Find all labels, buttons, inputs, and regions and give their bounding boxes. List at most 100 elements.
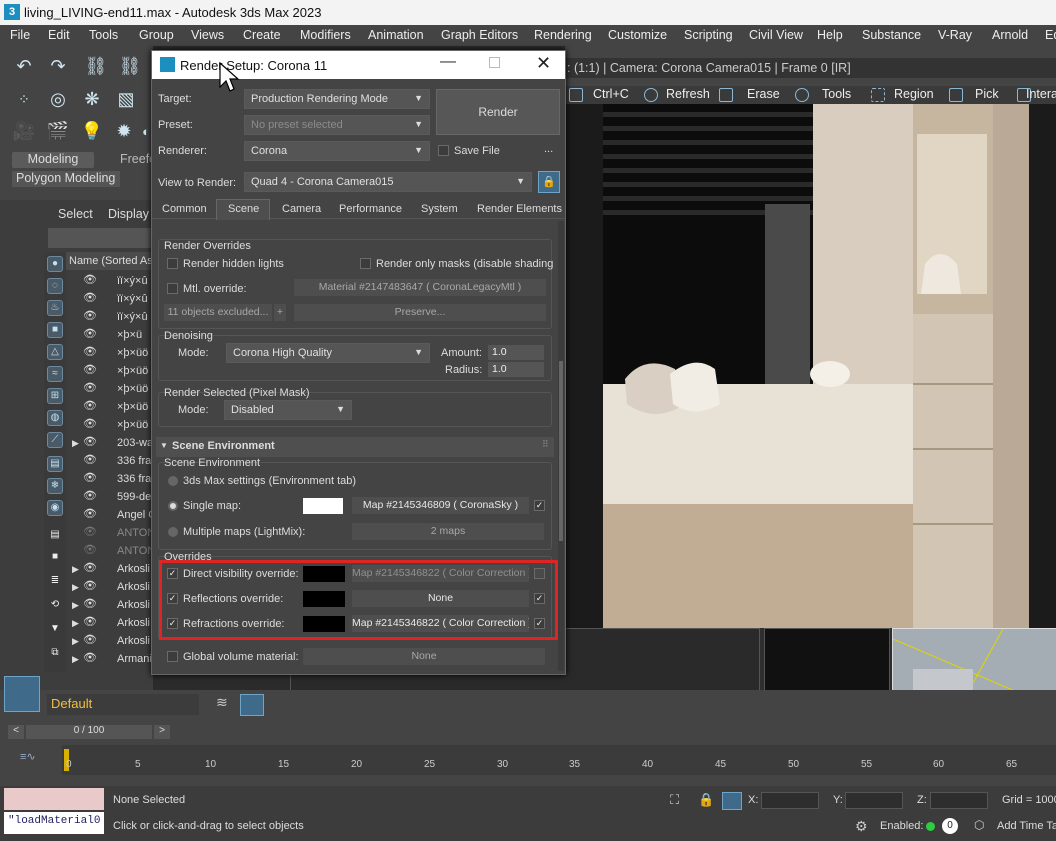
visibility-eye-icon[interactable]: 👁 — [83, 633, 97, 646]
menu-file[interactable]: File — [10, 28, 30, 42]
menu-civil-view[interactable]: Civil View — [749, 28, 803, 42]
env-multi-radio[interactable] — [168, 527, 178, 537]
layers-icon[interactable]: ≋ — [216, 694, 236, 714]
expand-icon[interactable]: ▶ — [72, 654, 79, 665]
visibility-eye-icon[interactable]: 👁 — [83, 273, 97, 286]
menu-ed[interactable]: Ed — [1045, 28, 1056, 42]
mtl-override-checkbox[interactable] — [167, 283, 178, 294]
visibility-eye-icon[interactable]: 👁 — [83, 525, 97, 538]
list-item[interactable]: 203-wa — [117, 437, 153, 449]
lock-view-icon[interactable]: 🔒 — [538, 171, 560, 193]
add-exclusion-button[interactable]: + — [274, 304, 286, 321]
list-item[interactable]: ×þ×üö — [117, 383, 148, 395]
erase-icon[interactable] — [719, 88, 733, 102]
list-item[interactable]: ïï×ý×û — [117, 311, 148, 323]
visibility-eye-icon[interactable]: 👁 — [83, 291, 97, 304]
copy-button[interactable]: Ctrl+C — [593, 87, 629, 101]
select-region-icon[interactable]: ◎ — [44, 86, 72, 112]
search-field[interactable] — [48, 228, 153, 248]
list-item[interactable]: 336 fra — [117, 455, 151, 467]
rollout-collapse-icon[interactable]: ▼ — [160, 441, 168, 450]
time-slider[interactable]: 0 / 100 — [26, 725, 152, 739]
menu-scripting[interactable]: Scripting — [684, 28, 733, 42]
scrollbar[interactable] — [558, 221, 564, 671]
menu-tools[interactable]: Tools — [89, 28, 118, 42]
erase-button[interactable]: Erase — [747, 87, 780, 101]
render-setup-icon[interactable]: ▧ — [112, 86, 140, 112]
visibility-eye-icon[interactable]: 👁 — [83, 543, 97, 556]
maxscript-listener-top[interactable] — [4, 788, 104, 810]
expand-icon[interactable]: ▶ — [72, 600, 79, 611]
list-item[interactable]: ïï×ý×û — [117, 293, 148, 305]
save-file-checkbox[interactable] — [438, 145, 449, 156]
menu-help[interactable]: Help — [817, 28, 843, 42]
list-item[interactable]: Arkosli — [117, 581, 150, 593]
display-menu[interactable]: Display — [108, 207, 149, 221]
sun-icon[interactable]: ✹ — [110, 118, 138, 144]
target-dropdown[interactable]: Production Rendering Mode ▼ — [244, 89, 430, 109]
list-item[interactable]: Arkosli — [117, 563, 150, 575]
visibility-eye-icon[interactable]: 👁 — [83, 471, 97, 484]
expand-icon[interactable]: ▶ — [72, 636, 79, 647]
refresh-button[interactable]: Refresh — [666, 87, 710, 101]
isolate-icon[interactable]: ⛶ — [670, 792, 688, 810]
scrollbar-thumb[interactable] — [559, 361, 563, 541]
list-item[interactable]: 336 fra — [117, 473, 151, 485]
denoising-mode-dropdown[interactable]: Corona High Quality ▼ — [226, 343, 430, 363]
visibility-eye-icon[interactable]: 👁 — [83, 561, 97, 574]
visibility-eye-icon[interactable]: 👁 — [83, 597, 97, 610]
menu-graph-editors[interactable]: Graph Editors — [441, 28, 518, 42]
visibility-eye-icon[interactable]: 👁 — [83, 363, 97, 376]
preset-dropdown[interactable]: No preset selected ▼ — [244, 115, 430, 135]
render-button[interactable]: Render — [436, 89, 560, 135]
copy-icon[interactable] — [569, 88, 583, 102]
tab-system[interactable]: System — [421, 203, 458, 215]
amount-spinner[interactable]: 1.0 — [488, 345, 544, 360]
expand-icon[interactable]: ▶ — [72, 618, 79, 629]
list-item[interactable]: Arkosli — [117, 599, 150, 611]
list-item[interactable]: ×þ×üö — [117, 401, 148, 413]
list-item[interactable]: ×þ×üö — [117, 347, 148, 359]
list-item[interactable]: 599-de — [117, 491, 151, 503]
renderer-dropdown[interactable]: Corona ▼ — [244, 141, 430, 161]
menu-views[interactable]: Views — [191, 28, 224, 42]
x-coordinate-input[interactable] — [761, 792, 819, 809]
add-time-tag-button[interactable]: Add Time Ta — [997, 820, 1056, 832]
dialog-titlebar[interactable]: Render Setup: Corona 11 — ✕ — [152, 51, 565, 92]
visibility-eye-icon[interactable]: 👁 — [83, 651, 97, 664]
tab-performance[interactable]: Performance — [339, 203, 402, 215]
visibility-eye-icon[interactable]: 👁 — [83, 579, 97, 592]
region-icon[interactable] — [871, 88, 885, 102]
close-icon[interactable]: ✕ — [536, 53, 551, 74]
y-coordinate-input[interactable] — [845, 792, 903, 809]
helper-icon[interactable]: ⁘ — [10, 86, 38, 112]
excluded-objects-button[interactable]: 11 objects excluded... — [164, 304, 272, 321]
material-icon[interactable]: ❋ — [78, 86, 106, 112]
lock-icon[interactable]: 🔒 — [698, 792, 714, 810]
zero-icon[interactable]: 0 — [942, 818, 958, 834]
maximize-icon[interactable] — [489, 57, 500, 68]
camera-icon[interactable]: 🎥 — [10, 118, 38, 144]
env-color-swatch[interactable] — [303, 498, 343, 514]
save-file-browse-button[interactable]: ... — [544, 143, 553, 155]
list-item[interactable]: ×þ×ü — [117, 329, 142, 341]
minimize-icon[interactable]: — — [440, 53, 456, 71]
visibility-eye-icon[interactable]: 👁 — [83, 435, 97, 448]
menu-edit[interactable]: Edit — [48, 28, 70, 42]
next-frame-button[interactable]: > — [154, 725, 170, 739]
preserve-button[interactable]: Preserve... — [294, 304, 546, 321]
tab-common[interactable]: Common — [162, 203, 207, 215]
maxscript-listener[interactable]: "loadMaterial0 — [4, 812, 104, 834]
menu-customize[interactable]: Customize — [608, 28, 667, 42]
visibility-eye-icon[interactable]: 👁 — [83, 309, 97, 322]
interactive-button[interactable]: Intera — [1026, 87, 1056, 101]
render-hidden-lights-checkbox[interactable] — [167, 258, 178, 269]
visibility-eye-icon[interactable]: 👁 — [83, 327, 97, 340]
list-item[interactable]: ïï×ý×û — [117, 275, 148, 287]
list-item[interactable]: Armani — [117, 653, 152, 665]
list-item[interactable]: Arkosli — [117, 635, 150, 647]
absolute-mode-icon[interactable] — [722, 792, 742, 810]
tools-button[interactable]: Tools — [822, 87, 851, 101]
tab-modeling[interactable]: Modeling — [12, 152, 94, 168]
visibility-eye-icon[interactable]: 👁 — [83, 399, 97, 412]
